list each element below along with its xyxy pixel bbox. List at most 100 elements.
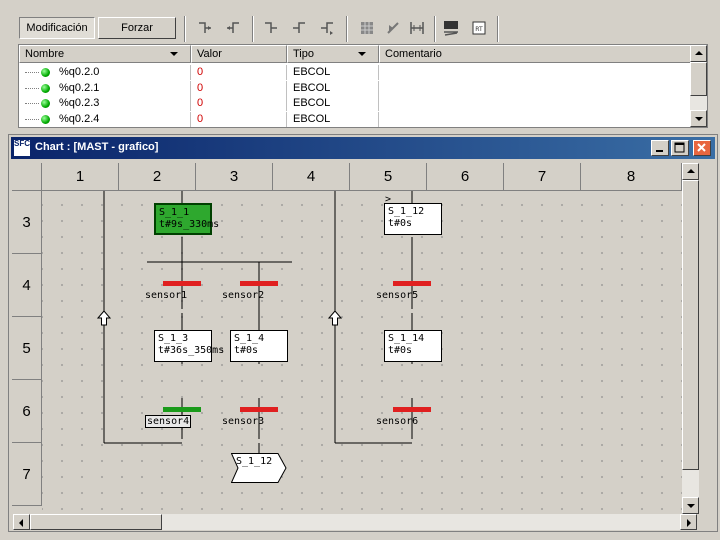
row-header-4: 4 [12, 254, 42, 317]
chart-horizontal-scrollbar[interactable] [13, 514, 697, 530]
arrow-up-icon [695, 51, 703, 55]
column-header-5: 5 [350, 163, 427, 191]
step-name: S_1_1 [159, 207, 190, 218]
row-header-6: 6 [12, 380, 42, 443]
set-step-icon[interactable] [196, 19, 214, 37]
sort-dropdown-icon[interactable] [170, 52, 178, 56]
status-led-icon [41, 84, 50, 93]
scroll-thumb[interactable] [30, 514, 162, 530]
column-header-1: 1 [42, 163, 119, 191]
jump-to-step[interactable]: S_1_12 [231, 453, 287, 483]
value-cell[interactable]: 0 [191, 81, 287, 96]
step-time: t#36s_350ms [158, 345, 225, 356]
step-forward-icon[interactable] [262, 19, 280, 37]
step-time: t#0s [388, 345, 413, 356]
toolbar: Modificación Forzar RT [0, 0, 720, 44]
tree-connector [25, 103, 39, 104]
transition-sensor3[interactable] [240, 407, 278, 412]
monitor-icon[interactable] [442, 19, 460, 37]
comment-cell [379, 112, 691, 127]
name-cell: %q0.2.3 [19, 96, 191, 111]
grid-corner [12, 163, 42, 191]
value-cell[interactable]: 0 [191, 65, 287, 80]
scroll-down-button[interactable] [682, 497, 699, 514]
runtime-icon[interactable]: RT [470, 19, 488, 37]
scroll-up-button[interactable] [682, 163, 699, 180]
toolbar-separator [184, 16, 186, 42]
title-bar[interactable]: SFC Chart : [MAST - grafico] [11, 137, 715, 159]
arrow-down-icon [687, 504, 695, 508]
close-icon [697, 143, 706, 152]
column-header-2: 2 [119, 163, 196, 191]
transition-label-sensor4: sensor4 [145, 415, 192, 428]
table-row[interactable]: %q0.2.3 0 EBCOL [19, 96, 691, 111]
toolbar-separator [434, 16, 436, 42]
transition-sensor1[interactable] [163, 281, 201, 286]
transition-sensor6[interactable] [393, 407, 431, 412]
column-header-3: 3 [196, 163, 273, 191]
grid-icon[interactable] [358, 19, 376, 37]
scroll-right-button[interactable] [680, 514, 697, 530]
variable-table: Nombre Valor Tipo Comentario %q0.2.0 0 E… [18, 44, 708, 128]
value-cell[interactable]: 0 [191, 96, 287, 111]
transition-sensor2[interactable] [240, 281, 278, 286]
type-cell: EBCOL [287, 81, 379, 96]
column-header-value[interactable]: Valor [191, 45, 287, 63]
step-jump-icon[interactable] [318, 19, 336, 37]
table-row[interactable]: %q0.2.4 0 EBCOL [19, 112, 691, 127]
disable-icon[interactable] [384, 19, 402, 37]
status-led-icon [41, 68, 50, 77]
toolbar-separator [346, 16, 348, 42]
scroll-down-button[interactable] [690, 110, 707, 127]
scroll-up-button[interactable] [690, 45, 707, 62]
scroll-thumb[interactable] [682, 180, 699, 470]
step-s1-1[interactable]: S_1_1 t#9s_330ms [154, 203, 219, 235]
window-title: Chart : [MAST - grafico] [35, 141, 159, 153]
column-header-type[interactable]: Tipo [287, 45, 379, 63]
loop-up-arrow-icon [328, 310, 342, 326]
table-vertical-scrollbar[interactable] [690, 45, 707, 127]
scroll-thumb[interactable] [690, 62, 707, 96]
comment-cell [379, 81, 691, 96]
table-row[interactable]: %q0.2.1 0 EBCOL [19, 81, 691, 96]
step-s1-4[interactable]: S_1_4 t#0s [230, 330, 288, 362]
column-header-7: 7 [504, 163, 581, 191]
transition-label-sensor2: sensor2 [222, 290, 265, 301]
table-row[interactable]: %q0.2.0 0 EBCOL [19, 65, 691, 80]
row-header-3: 3 [12, 191, 42, 254]
maximize-button[interactable] [671, 140, 689, 156]
value-cell[interactable]: 0 [191, 112, 287, 127]
modify-button[interactable]: Modificación [19, 17, 95, 39]
arrow-left-icon [19, 519, 23, 527]
column-header-name[interactable]: Nombre [19, 45, 191, 63]
status-led-icon [41, 115, 50, 124]
step-name: S_1_3 [158, 333, 189, 344]
force-button[interactable]: Forzar [98, 17, 176, 39]
arrow-down-icon [695, 117, 703, 121]
step-s1-12[interactable]: S_1_12 t#0s [384, 203, 442, 235]
bracket-icon[interactable] [408, 19, 426, 37]
scroll-left-button[interactable] [13, 514, 30, 530]
column-header-8: 8 [581, 163, 682, 191]
comment-cell [379, 96, 691, 111]
sfc-links [103, 191, 413, 453]
step-back-icon[interactable] [290, 19, 308, 37]
arrow-right-icon [687, 519, 691, 527]
step-s1-14[interactable]: S_1_14 t#0s [384, 330, 442, 362]
minimize-button[interactable] [651, 140, 669, 156]
transition-sensor5[interactable] [393, 281, 431, 286]
close-button[interactable] [693, 140, 711, 156]
toolbar-separator [497, 16, 499, 42]
column-header-6: 6 [427, 163, 504, 191]
loop-up-arrow-icon [97, 310, 111, 326]
name-cell: %q0.2.0 [19, 65, 191, 80]
name-cell: %q0.2.1 [19, 81, 191, 96]
column-header-comment[interactable]: Comentario [379, 45, 691, 63]
reset-step-icon[interactable] [224, 19, 242, 37]
chart-vertical-scrollbar[interactable] [682, 163, 699, 514]
sfc-canvas[interactable]: > S_1_1 t#9s_330ms S_1_12 t#0s S_1_3 t#3… [42, 191, 682, 511]
sort-dropdown-icon[interactable] [358, 52, 366, 56]
status-led-icon [41, 99, 50, 108]
step-s1-3[interactable]: S_1_3 t#36s_350ms [154, 330, 225, 362]
transition-sensor4[interactable] [163, 407, 201, 412]
